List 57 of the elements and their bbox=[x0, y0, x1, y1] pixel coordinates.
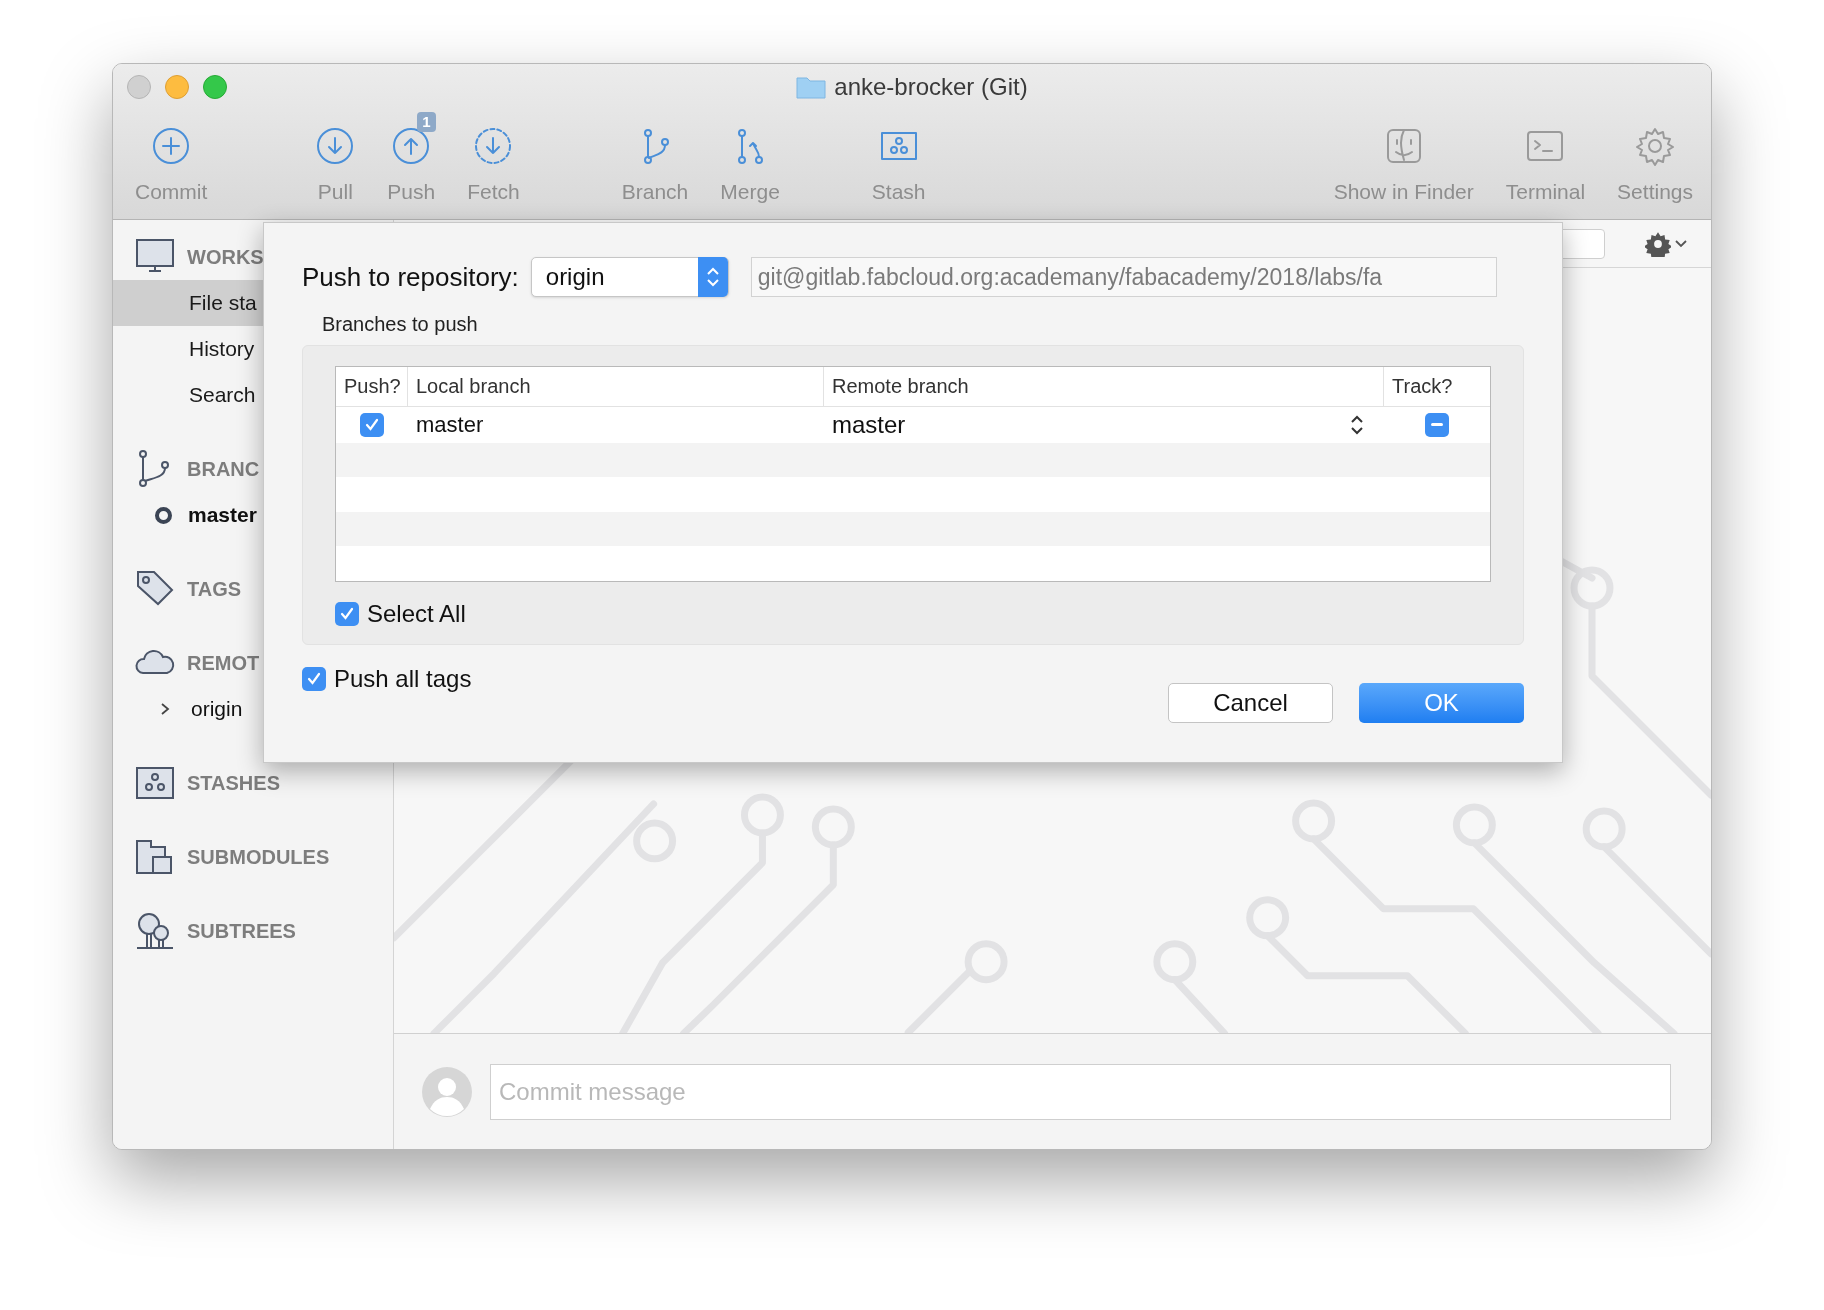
folders-icon bbox=[135, 837, 175, 877]
trees-icon bbox=[135, 911, 175, 951]
push-checkbox[interactable] bbox=[360, 412, 384, 437]
toolbar-button[interactable]: Commit bbox=[129, 112, 214, 208]
toolbar-button[interactable]: Show in Finder bbox=[1327, 112, 1480, 208]
ok-button[interactable]: OK bbox=[1359, 683, 1524, 723]
dash-icon bbox=[1431, 423, 1443, 427]
toolbar-button[interactable]: Stash bbox=[865, 112, 932, 208]
folder-icon bbox=[796, 75, 827, 99]
toolbar-button[interactable]: Settings bbox=[1611, 112, 1699, 208]
avatar-icon bbox=[422, 1066, 472, 1117]
select-all-checkbox[interactable] bbox=[335, 602, 359, 626]
sidebar-item[interactable]: origin bbox=[191, 693, 243, 725]
updown-icon bbox=[1350, 413, 1364, 436]
checkmark-icon bbox=[364, 416, 380, 433]
checkbox-label: Push all tags bbox=[334, 664, 472, 694]
count-badge: 1 bbox=[417, 112, 436, 132]
section-header[interactable]: WORKS bbox=[187, 242, 264, 272]
sidebar-item[interactable]: master bbox=[188, 499, 257, 531]
push-tags-checkbox[interactable] bbox=[302, 667, 326, 691]
close-window-button[interactable] bbox=[127, 75, 151, 99]
toolbar-button[interactable]: Pull bbox=[309, 112, 362, 208]
dashed-arrow-down-circle-icon bbox=[473, 126, 514, 166]
track-checkbox[interactable] bbox=[1425, 412, 1449, 437]
toolbar-button[interactable]: Terminal bbox=[1499, 112, 1592, 208]
toolbar-button[interactable]: 1 Push bbox=[381, 112, 442, 208]
toolbar-button[interactable]: Merge bbox=[714, 112, 786, 208]
gear-dropdown-icon[interactable] bbox=[1645, 230, 1687, 257]
plus-circle-icon bbox=[151, 126, 192, 166]
remote-branch-dropdown[interactable]: master bbox=[824, 406, 1384, 443]
arrow-down-circle-icon bbox=[315, 126, 356, 166]
updown-icon bbox=[697, 257, 728, 297]
section-header[interactable]: TAGS bbox=[187, 574, 242, 604]
column-header[interactable]: Local branch bbox=[408, 367, 824, 406]
column-header[interactable]: Push? bbox=[336, 367, 408, 406]
toolbar-button[interactable]: Fetch bbox=[461, 112, 526, 208]
section-header[interactable]: BRANC bbox=[187, 454, 260, 484]
zoom-window-button[interactable] bbox=[203, 75, 227, 99]
section-header[interactable]: STASHES bbox=[187, 768, 280, 798]
url-field[interactable]: git@gitlab.fabcloud.org:academany/fabacademy/2018/labs/fa bbox=[750, 257, 1497, 297]
column-header[interactable]: Track? bbox=[1384, 367, 1490, 406]
settings-icon bbox=[1635, 126, 1676, 166]
commit-message-field[interactable]: Commit message bbox=[490, 1063, 1671, 1120]
checkmark-icon bbox=[339, 606, 355, 622]
cancel-button[interactable]: Cancel bbox=[1168, 683, 1333, 723]
checkmark-icon bbox=[306, 671, 322, 687]
table-cell-text: master bbox=[415, 411, 485, 440]
window-title: anke-brocker (Git) bbox=[834, 72, 1028, 102]
toolbar-button[interactable]: Branch bbox=[615, 112, 695, 208]
section-header[interactable]: SUBMODULES bbox=[187, 842, 330, 872]
column-header[interactable]: Remote branch bbox=[824, 367, 1384, 406]
arrow-up-circle-icon bbox=[391, 126, 432, 166]
section-header[interactable]: REMOT bbox=[187, 648, 260, 678]
section-header[interactable]: SUBTREES bbox=[187, 916, 296, 946]
minimize-window-button[interactable] bbox=[165, 75, 189, 99]
checkbox-label: Select All bbox=[367, 599, 466, 629]
repository-dropdown[interactable]: origin bbox=[530, 257, 729, 297]
